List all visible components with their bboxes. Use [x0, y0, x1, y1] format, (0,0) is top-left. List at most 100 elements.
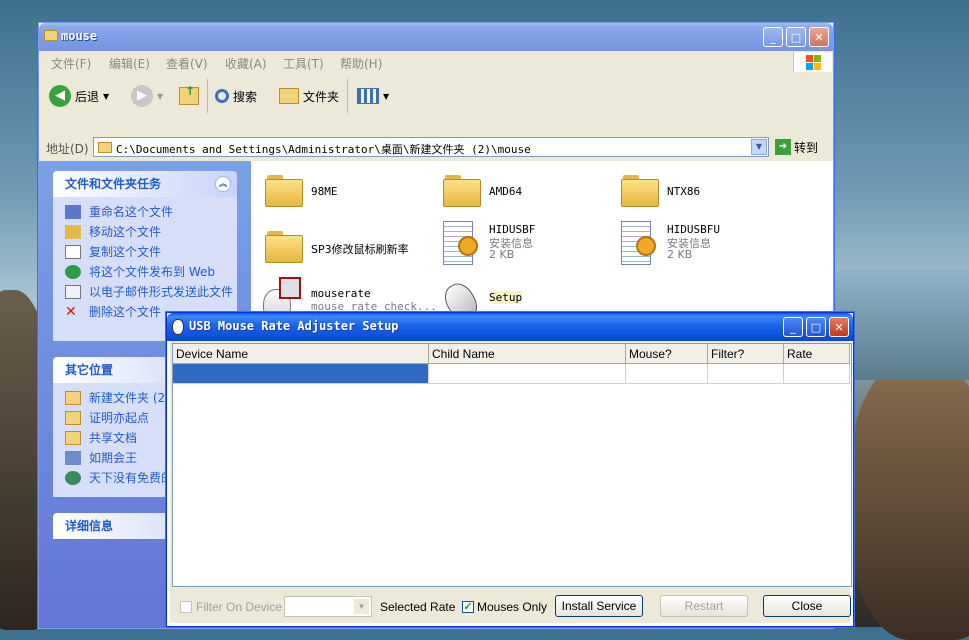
- folder-icon: [621, 175, 659, 207]
- menu-edit[interactable]: 编辑(E): [109, 55, 150, 72]
- documents-icon: [65, 411, 81, 425]
- restart-button[interactable]: Restart: [660, 595, 748, 617]
- selected-rate-label: Selected Rate: [380, 600, 456, 614]
- explorer-titlebar[interactable]: mouse _ □ ✕: [39, 23, 833, 51]
- rate-select[interactable]: ▼: [284, 596, 372, 617]
- move-icon: [65, 225, 81, 239]
- up-folder-button[interactable]: ↑: [179, 83, 199, 109]
- dialog-footer: Filter On Device ▼ Selected Rate ✓ Mouse…: [170, 589, 851, 623]
- network-icon: [65, 471, 81, 485]
- computer-icon: [65, 451, 81, 465]
- install-service-button[interactable]: Install Service: [555, 595, 643, 617]
- minimize-button[interactable]: _: [763, 27, 783, 47]
- grid-cell[interactable]: [784, 364, 850, 384]
- windows-logo-icon: [793, 52, 832, 72]
- back-button[interactable]: ◀ 后退 ▼: [49, 83, 109, 109]
- search-icon: [215, 89, 229, 103]
- maximize-button[interactable]: □: [786, 27, 806, 47]
- column-header[interactable]: Rate: [784, 344, 850, 364]
- column-header[interactable]: Child Name: [429, 344, 626, 364]
- search-label: 搜索: [233, 89, 258, 104]
- dialog-body: Device Name Child Name Mouse? Filter? Ra…: [170, 341, 852, 623]
- file-item-folder[interactable]: 98ME: [259, 167, 435, 217]
- file-item-folder[interactable]: SP3修改鼠标刷新率: [259, 223, 435, 273]
- task-copy[interactable]: 复制这个文件: [53, 245, 237, 259]
- toolbar: ◀ 后退 ▼ ▶ ▼ ↑ 搜索 文件夹 ▼: [39, 73, 833, 136]
- folders-label: 文件夹: [303, 89, 340, 104]
- grid-cell[interactable]: [708, 364, 784, 384]
- mouses-only-checkbox[interactable]: ✓: [462, 601, 474, 613]
- email-icon: [65, 285, 81, 299]
- globe-icon: [65, 265, 81, 279]
- chevron-down-icon: ▼: [103, 91, 110, 101]
- grid-cell-selected[interactable]: [173, 364, 429, 384]
- menu-tools[interactable]: 工具(T): [283, 55, 324, 72]
- minimize-button[interactable]: _: [783, 317, 803, 337]
- search-button[interactable]: 搜索: [215, 83, 257, 109]
- folder-icon: [44, 30, 58, 41]
- setup-info-icon: [621, 221, 656, 265]
- collapse-icon[interactable]: ︽: [215, 176, 231, 192]
- toolbar-divider: [207, 79, 208, 113]
- folders-button[interactable]: 文件夹: [279, 83, 339, 109]
- file-item-inf[interactable]: HIDUSBF 安装信息 2 KB: [437, 219, 613, 269]
- views-button[interactable]: ▼: [357, 83, 389, 109]
- chevron-down-icon: ▼: [354, 599, 369, 614]
- forward-arrow-icon: ▶: [131, 85, 153, 107]
- task-email[interactable]: 以电子邮件形式发送此文件: [53, 285, 237, 299]
- device-grid[interactable]: Device Name Child Name Mouse? Filter? Ra…: [172, 343, 852, 587]
- address-dropdown[interactable]: ▼: [751, 139, 767, 155]
- folder-icon: [443, 175, 481, 207]
- folder-icon: [265, 231, 303, 263]
- dialog-title: USB Mouse Rate Adjuster Setup: [189, 319, 399, 333]
- task-move[interactable]: 移动这个文件: [53, 225, 237, 239]
- views-icon: [357, 88, 379, 104]
- file-item-folder[interactable]: NTX86: [615, 167, 791, 217]
- column-header[interactable]: Device Name: [173, 344, 429, 364]
- filter-on-device-checkbox[interactable]: [180, 601, 192, 613]
- folder-icon: [265, 175, 303, 207]
- delete-icon: ✕: [65, 304, 77, 320]
- toolbar-divider: [347, 79, 348, 113]
- folders-icon: [279, 88, 299, 104]
- mouses-only-label: Mouses Only: [477, 600, 548, 614]
- forward-button[interactable]: ▶ ▼: [131, 83, 163, 109]
- task-publish-web[interactable]: 将这个文件发布到 Web: [53, 265, 237, 279]
- folder-icon: [65, 391, 81, 405]
- menu-favorites[interactable]: 收藏(A): [225, 55, 267, 72]
- maximize-button[interactable]: □: [806, 317, 826, 337]
- dialog-titlebar[interactable]: USB Mouse Rate Adjuster Setup _ □ ✕: [167, 313, 853, 341]
- shared-folder-icon: [65, 431, 81, 445]
- copy-icon: [65, 245, 81, 259]
- close-button[interactable]: ✕: [829, 317, 849, 337]
- column-header[interactable]: Mouse?: [626, 344, 708, 364]
- go-label: 转到: [794, 140, 819, 155]
- grid-cell[interactable]: [626, 364, 708, 384]
- chevron-down-icon: ▼: [157, 91, 164, 101]
- close-dialog-button[interactable]: Close: [763, 595, 851, 617]
- grid-cell[interactable]: [429, 364, 626, 384]
- menu-bar: 文件(F) 编辑(E) 查看(V) 收藏(A) 工具(T) 帮助(H): [39, 51, 833, 74]
- address-path: C:\Documents and Settings\Administrator\…: [116, 143, 531, 156]
- menu-view[interactable]: 查看(V): [166, 55, 208, 72]
- address-input[interactable]: C:\Documents and Settings\Administrator\…: [93, 137, 769, 157]
- go-arrow-icon: ➜: [775, 139, 791, 155]
- file-item-inf[interactable]: HIDUSBFU 安装信息 2 KB: [615, 219, 791, 269]
- back-arrow-icon: ◀: [49, 85, 71, 107]
- menu-help[interactable]: 帮助(H): [340, 55, 382, 72]
- setup-info-icon: [443, 221, 478, 265]
- go-button[interactable]: ➜ 转到: [775, 137, 818, 157]
- chevron-down-icon: ▼: [383, 91, 390, 101]
- file-item-folder[interactable]: AMD64: [437, 167, 613, 217]
- task-rename[interactable]: 重命名这个文件: [53, 205, 237, 219]
- up-folder-icon: ↑: [179, 84, 199, 105]
- close-button[interactable]: ✕: [809, 27, 829, 47]
- filter-on-device-label: Filter On Device: [196, 600, 283, 614]
- background-rock-right: [850, 360, 969, 640]
- address-label: 地址(D): [46, 142, 89, 156]
- column-header[interactable]: Filter?: [708, 344, 784, 364]
- explorer-title: mouse: [61, 29, 98, 43]
- menu-file[interactable]: 文件(F): [51, 55, 91, 72]
- file-tasks-header[interactable]: 文件和文件夹任务 ︽: [53, 171, 237, 197]
- folder-icon: [98, 142, 112, 153]
